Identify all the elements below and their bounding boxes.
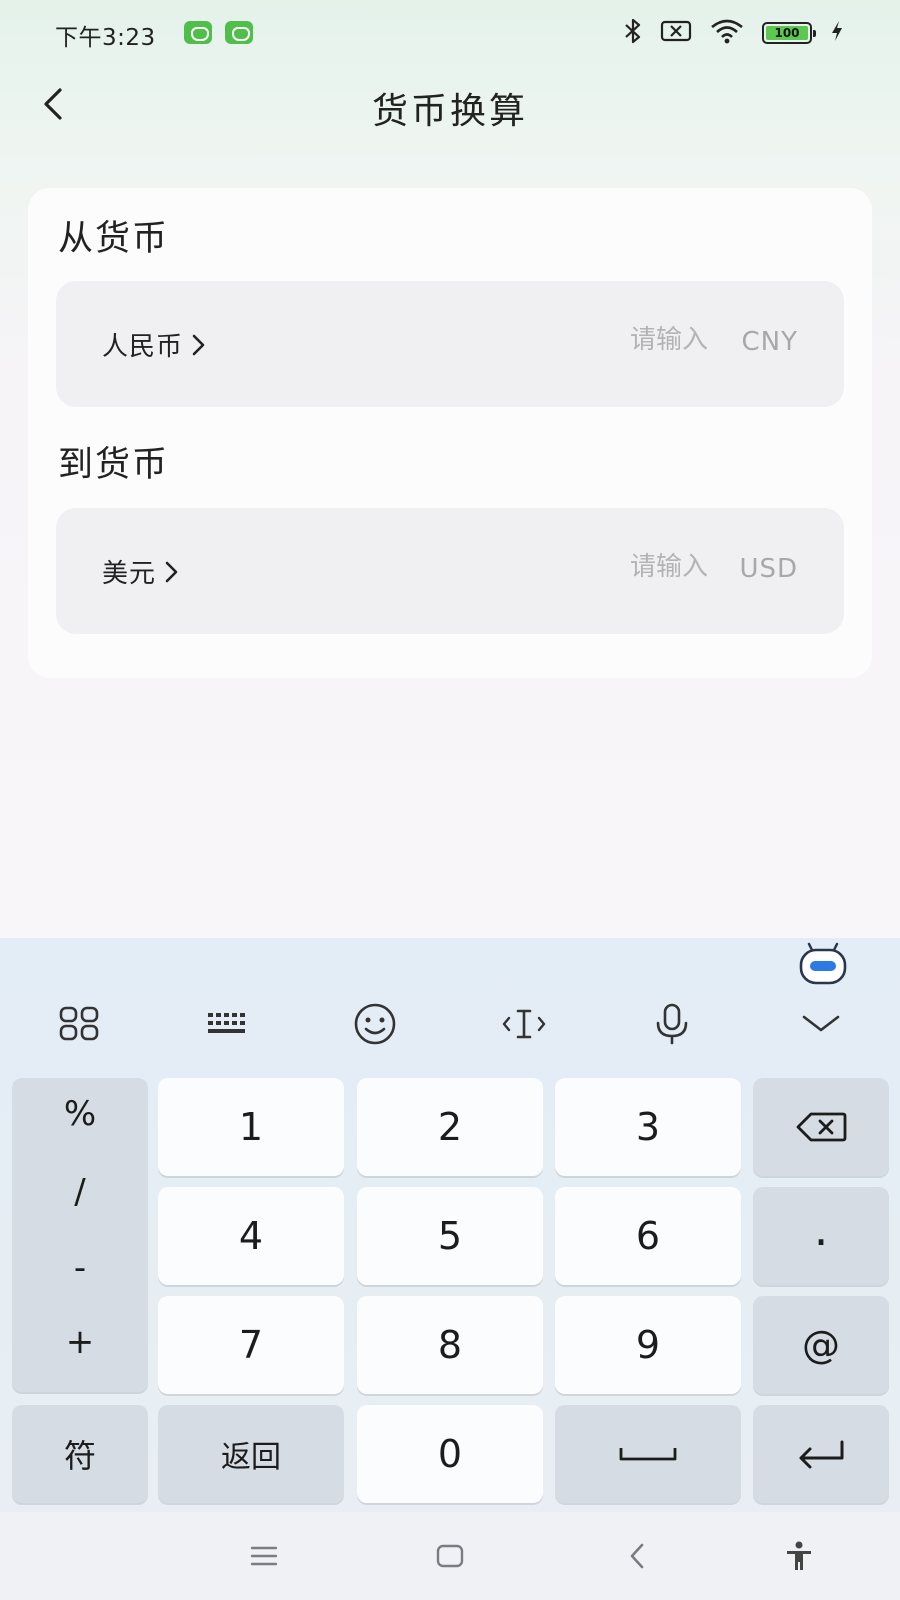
enter-key[interactable] [753,1405,889,1503]
status-bar: 下午3:23 100 [0,0,900,64]
microphone-icon[interactable] [642,992,702,1056]
converter-card: 从货币 人民币 CNY 到货币 美元 USD [28,188,872,678]
key-5[interactable]: 5 [357,1187,543,1285]
keyboard-icon[interactable] [197,992,257,1056]
key-percent[interactable]: % [12,1094,148,1134]
key-4[interactable]: 4 [158,1187,344,1285]
return-key[interactable]: 返回 [158,1405,344,1503]
from-currency-code: CNY [741,327,798,357]
chevron-right-icon [165,561,178,582]
app-notification-icon [184,21,212,44]
page-title: 货币换算 [371,91,528,132]
key-at[interactable]: @ [753,1296,889,1394]
keyboard-toolbar [0,992,900,1056]
key-2[interactable]: 2 [357,1078,543,1176]
key-9[interactable]: 9 [555,1296,741,1394]
symbols-key[interactable]: 符 [12,1405,148,1503]
to-currency-code: USD [739,554,798,584]
to-currency-selector[interactable]: 美元 [102,553,180,590]
space-icon [619,1448,677,1461]
key-dot[interactable]: . [753,1187,889,1285]
emoji-icon[interactable] [345,992,405,1056]
battery-level: 100 [766,26,808,40]
system-nav-bar [0,1512,900,1600]
enter-icon [799,1440,844,1469]
space-key[interactable] [555,1405,741,1503]
key-3[interactable]: 3 [555,1078,741,1176]
status-time: 下午3:23 [55,25,156,51]
symbol-column: % / - + [12,1078,148,1392]
keyboard-mascot-icon[interactable] [798,942,848,986]
app-notification-icon [225,21,253,44]
battery-icon: 100 [762,22,816,44]
key-minus[interactable]: - [12,1248,148,1288]
key-1[interactable]: 1 [158,1078,344,1176]
from-currency-row: 人民币 CNY [56,281,844,407]
accessibility-icon[interactable] [777,1534,821,1578]
home-icon[interactable] [428,1534,472,1578]
grid-menu-icon[interactable] [49,992,109,1056]
key-plus[interactable]: + [12,1322,148,1362]
key-6[interactable]: 6 [555,1187,741,1285]
key-8[interactable]: 8 [357,1296,543,1394]
to-currency-row: 美元 USD [56,508,844,634]
from-currency-name: 人民币 [102,332,184,362]
key-7[interactable]: 7 [158,1296,344,1394]
to-currency-name: 美元 [102,559,157,589]
from-currency-selector[interactable]: 人民币 [102,326,207,363]
menu-icon[interactable] [242,1534,286,1578]
from-section-title: 从货币 [58,219,170,259]
wifi-icon [710,18,744,48]
from-amount-input[interactable] [468,325,708,355]
to-amount-input[interactable] [468,552,708,582]
to-section-title: 到货币 [58,445,170,485]
backspace-icon [796,1112,847,1142]
cursor-icon[interactable] [494,992,554,1056]
header: 货币换算 [0,70,900,140]
key-slash[interactable]: / [12,1172,148,1212]
bluetooth-icon [624,18,642,48]
collapse-icon[interactable] [791,992,851,1056]
key-0[interactable]: 0 [357,1405,543,1503]
charging-icon [830,20,844,46]
back-icon[interactable] [616,1534,660,1578]
sim-off-icon [660,20,692,46]
chevron-right-icon [192,334,205,355]
backspace-key[interactable] [753,1078,889,1176]
